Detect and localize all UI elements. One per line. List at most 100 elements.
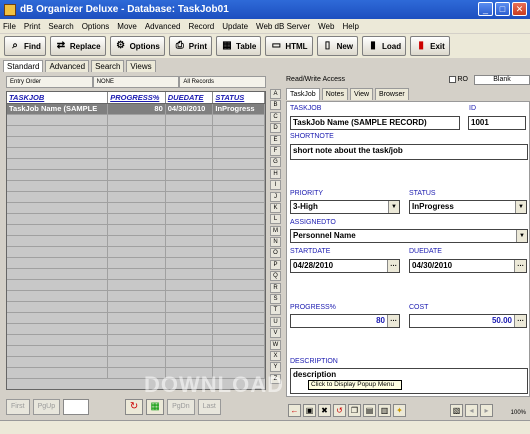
minimize-button[interactable]: _ [478, 2, 493, 16]
menu-options[interactable]: Options [82, 22, 110, 31]
table-row[interactable] [7, 357, 265, 368]
read-only-checkbox[interactable] [448, 76, 456, 83]
replace-button[interactable]: ⇄ Replace [49, 36, 106, 56]
save-icon[interactable]: ▣ [303, 403, 316, 417]
chevron-down-icon[interactable]: ▼ [515, 201, 526, 213]
menu-update[interactable]: Update [222, 22, 248, 31]
table-row[interactable] [7, 137, 265, 148]
alphabet-index-button[interactable]: P [270, 259, 281, 270]
alphabet-index-button[interactable]: B [270, 100, 281, 111]
prev-record-icon[interactable]: ◂ [465, 403, 478, 417]
alphabet-index-button[interactable]: I [270, 180, 281, 191]
menu-web-db-server[interactable]: Web dB Server [256, 22, 310, 31]
alphabet-index-button[interactable]: U [270, 316, 281, 327]
calculator-button[interactable]: … [514, 315, 526, 327]
shortnote-field[interactable]: short note about the task/job [290, 144, 528, 160]
date-picker-button[interactable]: … [387, 260, 399, 272]
table-button[interactable]: ▦ Table [216, 36, 262, 56]
alphabet-index-button[interactable]: G [270, 157, 281, 168]
records-selector[interactable]: All Records [179, 76, 267, 88]
menu-help[interactable]: Help [342, 22, 358, 31]
alphabet-index-button[interactable]: Y [270, 362, 281, 373]
alphabet-index-button[interactable]: W [270, 339, 281, 350]
exit-button[interactable]: ▮ Exit [410, 36, 450, 56]
status-select[interactable]: InProgress ▼ [409, 200, 527, 214]
table-row[interactable] [7, 313, 265, 324]
table-row[interactable] [7, 302, 265, 313]
load-button[interactable]: ▮ Load [362, 36, 407, 56]
table-row[interactable] [7, 247, 265, 258]
table-row[interactable] [7, 291, 265, 302]
taskjob-field[interactable]: TaskJob Name (SAMPLE RECORD) [290, 116, 460, 130]
alphabet-index-button[interactable]: O [270, 248, 281, 259]
progress-field[interactable]: 80… [290, 314, 400, 328]
alphabet-index-button[interactable]: Q [270, 271, 281, 282]
alphabet-index-button[interactable]: K [270, 202, 281, 213]
clipboard-icon[interactable]: ▥ [378, 403, 391, 417]
print-button[interactable]: ⎙ Print [168, 36, 213, 56]
alphabet-index-button[interactable]: X [270, 350, 281, 361]
alphabet-index-button[interactable]: J [270, 191, 281, 202]
pgup-button[interactable]: PgUp [32, 399, 61, 415]
next-record-icon[interactable]: ▸ [480, 403, 493, 417]
tab-taskjob[interactable]: TaskJob [286, 88, 320, 100]
alphabet-index-button[interactable]: S [270, 294, 281, 305]
copy-icon[interactable]: ❐ [348, 403, 361, 417]
blank-button[interactable]: Blank [474, 74, 530, 85]
duedate-field[interactable]: 04/30/2010… [409, 259, 527, 273]
menu-file[interactable]: File [3, 22, 16, 31]
table-row[interactable] [7, 126, 265, 137]
table-row[interactable] [7, 335, 265, 346]
column-header-taskjob[interactable]: TASKJOB [7, 92, 109, 103]
pgdn-button[interactable]: PgDn [167, 399, 195, 415]
table-row[interactable] [7, 192, 265, 203]
table-row[interactable] [7, 214, 265, 225]
find-button[interactable]: ⌕ Find [4, 36, 46, 56]
date-picker-button[interactable]: … [514, 260, 526, 272]
paste-icon[interactable]: ▤ [363, 403, 376, 417]
calculator-button[interactable]: … [387, 315, 399, 327]
record-info-icon[interactable]: ▧ [450, 403, 463, 417]
alphabet-index-button[interactable]: R [270, 282, 281, 293]
menu-move[interactable]: Move [117, 22, 137, 31]
record-grid-icon[interactable]: ▦ [146, 399, 165, 415]
undo-icon[interactable]: ↺ [333, 403, 346, 417]
table-row[interactable] [7, 236, 265, 247]
menu-record[interactable]: Record [188, 22, 214, 31]
column-header-status[interactable]: STATUS [213, 92, 265, 103]
close-button[interactable]: ✕ [512, 2, 527, 16]
cost-field[interactable]: 50.00… [409, 314, 527, 328]
alphabet-index-button[interactable]: D [270, 123, 281, 134]
tab-views[interactable]: Views [126, 60, 156, 72]
tab-view[interactable]: View [349, 88, 374, 100]
table-row[interactable] [7, 181, 265, 192]
alphabet-index-button[interactable]: L [270, 214, 281, 225]
last-button[interactable]: Last [197, 399, 221, 415]
lightbulb-icon[interactable]: ✦ [393, 403, 406, 417]
alphabet-index-button[interactable]: N [270, 237, 281, 248]
options-button[interactable]: ⚙ Options [109, 36, 165, 56]
table-row[interactable] [7, 159, 265, 170]
menu-web[interactable]: Web [318, 22, 334, 31]
tab-search[interactable]: Search [91, 60, 125, 72]
alphabet-index-button[interactable]: E [270, 134, 281, 145]
alphabet-index-button[interactable]: H [270, 168, 281, 179]
table-row[interactable] [7, 346, 265, 357]
alphabet-index-button[interactable]: A [270, 89, 281, 99]
menu-search[interactable]: Search [48, 22, 73, 31]
record-number-input[interactable] [63, 399, 90, 415]
new-button[interactable]: ▯ New [316, 36, 359, 56]
table-row[interactable] [7, 148, 265, 159]
table-row[interactable] [7, 324, 265, 335]
read-only-toggle[interactable]: RO [448, 76, 468, 83]
trash-icon[interactable]: ✖ [318, 403, 331, 417]
menu-print[interactable]: Print [24, 22, 40, 31]
tab-standard[interactable]: Standard [3, 60, 44, 72]
table-row[interactable] [7, 225, 265, 236]
alphabet-index-button[interactable]: V [270, 328, 281, 339]
html-button[interactable]: ▭ HTML [265, 36, 313, 56]
back-arrow-icon[interactable]: ← [288, 403, 301, 417]
filter-selector[interactable]: NONE [92, 76, 180, 88]
table-row[interactable] [7, 269, 265, 280]
chevron-down-icon[interactable]: ▼ [388, 201, 399, 213]
